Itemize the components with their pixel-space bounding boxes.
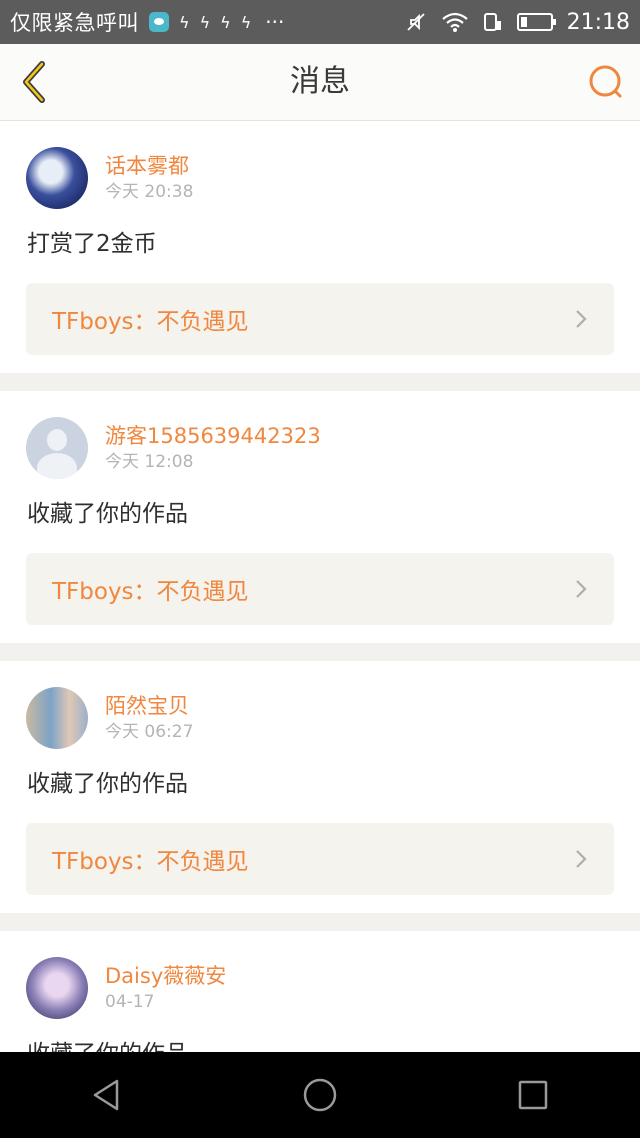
app-header: 消息 <box>0 44 640 121</box>
notification-icon: ϟ <box>220 12 231 32</box>
timestamp: 今天 20:38 <box>105 182 194 202</box>
message-list[interactable]: 话本雾都 今天 20:38 打赏了2金币 TFboys：不负遇见 游客15856… <box>0 121 640 1052</box>
message-header: 游客1585639442323 今天 12:08 <box>26 417 614 479</box>
clock: 21:18 <box>566 9 630 35</box>
avatar[interactable] <box>26 957 88 1019</box>
message-card: 话本雾都 今天 20:38 打赏了2金币 TFboys：不负遇见 <box>0 121 640 373</box>
message-header: 陌然宝贝 今天 06:27 <box>26 687 614 749</box>
status-right: 21:18 <box>405 10 630 35</box>
work-link[interactable]: TFboys：不负遇见 <box>26 283 614 355</box>
nav-home-button[interactable] <box>290 1065 350 1125</box>
battery-icon <box>516 13 556 31</box>
work-link[interactable]: TFboys：不负遇见 <box>26 823 614 895</box>
chevron-right-icon <box>576 310 587 328</box>
user-meta: 陌然宝贝 今天 06:27 <box>105 692 193 744</box>
work-title: TFboys：不负遇见 <box>52 309 249 335</box>
message-card: Daisy薇薇安 04-17 收藏了你的作品 <box>0 931 640 1052</box>
chevron-right-icon <box>576 580 587 598</box>
work-link[interactable]: TFboys：不负遇见 <box>26 553 614 625</box>
action-text: 打赏了2金币 <box>27 231 157 257</box>
message-header: 话本雾都 今天 20:38 <box>26 147 614 209</box>
message-card: 陌然宝贝 今天 06:27 收藏了你的作品 TFboys：不负遇见 <box>0 661 640 913</box>
username[interactable]: 话本雾都 <box>105 152 193 180</box>
nav-back-icon <box>93 1079 118 1111</box>
more-notifications-icon: ··· <box>265 10 285 34</box>
wifi-icon <box>441 12 468 32</box>
notification-icon: ϟ <box>199 12 211 32</box>
chevron-right-icon <box>576 850 587 868</box>
app-notification-icon <box>149 12 169 32</box>
username[interactable]: 陌然宝贝 <box>105 692 193 720</box>
username[interactable]: 游客1585639442323 <box>105 422 321 450</box>
status-left: 仅限紧急呼叫 ϟ ϟ ϟ ϟ ··· <box>10 7 405 37</box>
avatar[interactable] <box>26 687 88 749</box>
notification-icon: ϟ <box>240 12 252 32</box>
signal-icon <box>483 13 501 31</box>
username[interactable]: Daisy薇薇安 <box>105 962 226 990</box>
timestamp: 今天 06:27 <box>105 722 194 742</box>
user-meta: Daisy薇薇安 04-17 <box>105 962 226 1014</box>
action-text: 收藏了你的作品 <box>27 1037 614 1052</box>
message-card: 游客1585639442323 今天 12:08 收藏了你的作品 TFboys：… <box>0 391 640 643</box>
page-title: 消息 <box>290 64 350 99</box>
user-meta: 话本雾都 今天 20:38 <box>105 152 193 204</box>
timestamp: 04-17 <box>105 992 155 1012</box>
message-header: Daisy薇薇安 04-17 <box>26 957 614 1019</box>
nav-home-icon <box>303 1078 337 1112</box>
timestamp: 今天 12:08 <box>105 452 194 472</box>
search-icon <box>589 65 622 98</box>
avatar[interactable] <box>26 147 88 209</box>
status-bar: 仅限紧急呼叫 ϟ ϟ ϟ ϟ ··· 21:18 <box>0 0 640 44</box>
nav-recents-button[interactable] <box>503 1065 563 1125</box>
action-text: 收藏了你的作品 <box>27 771 188 797</box>
work-title: TFboys：不负遇见 <box>52 579 249 605</box>
work-title: TFboys：不负遇见 <box>52 849 249 875</box>
notification-icon: ϟ <box>179 12 190 32</box>
action-text: 收藏了你的作品 <box>27 501 188 527</box>
system-nav-bar <box>0 1052 640 1138</box>
avatar[interactable] <box>26 417 88 479</box>
nav-back-button[interactable] <box>77 1065 137 1125</box>
search-button[interactable] <box>586 62 626 102</box>
carrier-text: 仅限紧急呼叫 <box>10 11 139 35</box>
mute-icon <box>406 13 425 31</box>
nav-recents-icon <box>519 1080 548 1110</box>
user-meta: 游客1585639442323 今天 12:08 <box>105 422 321 474</box>
